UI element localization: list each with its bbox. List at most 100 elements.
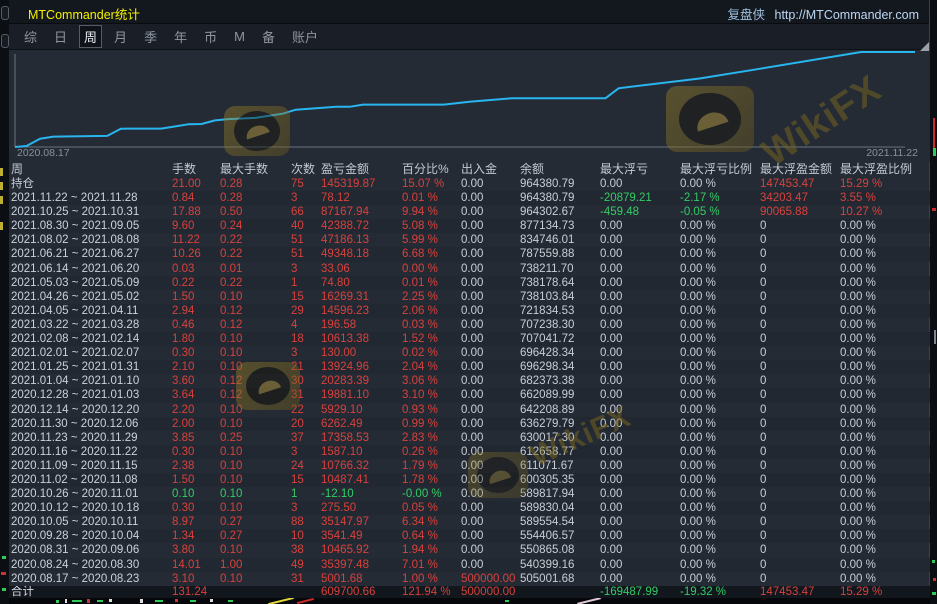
background-chart-fragment: [72, 600, 82, 602]
table-row[interactable]: 2020.11.16 ~ 2020.11.220.300.1031587.100…: [9, 445, 930, 459]
table-row[interactable]: 2021.01.25 ~ 2021.01.312.100.102113924.9…: [9, 360, 930, 374]
cell: 0.00: [461, 431, 520, 445]
cell: 0.00 %: [680, 276, 760, 290]
menu-item-备[interactable]: 备: [257, 25, 280, 48]
chart-scroll-arrow-icon[interactable]: [920, 42, 929, 51]
background-chart-fragment: [0, 182, 3, 190]
title-bar[interactable]: MTCommander统计 复盘侠 http://MTCommander.com: [9, 0, 929, 24]
cell: 5.99 %: [402, 233, 461, 247]
cell: 17.88: [172, 205, 220, 219]
cell: 2021.02.01 ~ 2021.02.07: [11, 346, 172, 360]
table-row[interactable]: 2021.08.02 ~ 2021.08.0811.220.225147186.…: [9, 233, 930, 247]
cell: 0.00: [461, 403, 520, 417]
cell: 2021.01.25 ~ 2021.01.31: [11, 360, 172, 374]
cell: 0.00: [600, 403, 680, 417]
cell: 10465.92: [321, 543, 402, 557]
background-chart-fragment: [932, 208, 936, 211]
background-chart-fragment: [0, 222, 3, 230]
cell: 0.03 %: [402, 318, 461, 332]
cell: 7.01 %: [402, 558, 461, 572]
table-row[interactable]: 2020.11.02 ~ 2020.11.081.500.101510487.4…: [9, 473, 930, 487]
cell: 0.00: [600, 558, 680, 572]
cell: 0: [760, 515, 840, 529]
table-row[interactable]: 2020.08.24 ~ 2020.08.3014.011.004935397.…: [9, 558, 930, 572]
table-row[interactable]: 2020.10.12 ~ 2020.10.180.300.103275.500.…: [9, 501, 930, 515]
cell: 33.06: [321, 262, 402, 276]
cell: 877134.73: [520, 219, 600, 233]
background-chart-fragment: [932, 592, 936, 595]
menu-item-M[interactable]: M: [229, 27, 250, 46]
table-row[interactable]: 2021.05.03 ~ 2021.05.090.220.22174.800.0…: [9, 276, 930, 290]
table-row[interactable]: 2020.10.26 ~ 2020.11.010.100.101-12.10-0…: [9, 487, 930, 501]
cell: 2020.11.30 ~ 2020.12.06: [11, 417, 172, 431]
table-row[interactable]: 2021.08.30 ~ 2021.09.059.600.244042388.7…: [9, 219, 930, 233]
table-row[interactable]: 2021.02.08 ~ 2021.02.141.800.101810613.3…: [9, 332, 930, 346]
cell: 3: [291, 262, 321, 276]
menu-item-日[interactable]: 日: [49, 25, 72, 48]
cell: 40: [291, 219, 321, 233]
menu-item-月[interactable]: 月: [109, 25, 132, 48]
menu-item-综[interactable]: 综: [19, 25, 42, 48]
cell: 0.93 %: [402, 403, 461, 417]
menu-item-年[interactable]: 年: [169, 25, 192, 48]
table-row[interactable]: 2021.06.14 ~ 2021.06.200.030.01333.060.0…: [9, 262, 930, 276]
cell: 9.94 %: [402, 205, 461, 219]
cell: 0.00: [461, 191, 520, 205]
cell: 3.10 %: [402, 388, 461, 402]
cell: 0.00 %: [840, 360, 930, 374]
menu-item-周[interactable]: 周: [79, 25, 102, 48]
cell: 0.00 %: [680, 332, 760, 346]
table-row[interactable]: 2020.10.05 ~ 2020.10.118.970.278835147.9…: [9, 515, 930, 529]
stats-window: MTCommander统计 复盘侠 http://MTCommander.com…: [9, 0, 930, 604]
table-total-row[interactable]: 合计131.24609700.66121.94 %500000.00-16948…: [9, 586, 930, 599]
table-row[interactable]: 2021.03.22 ~ 2021.03.280.460.124196.580.…: [9, 318, 930, 332]
cell: 0.00 %: [680, 304, 760, 318]
table-row[interactable]: 2020.09.28 ~ 2020.10.041.340.27103541.49…: [9, 529, 930, 543]
header-cell: 盈亏金额: [321, 162, 402, 177]
cell: 2021.11.22 ~ 2021.11.28: [11, 191, 172, 205]
cell: 0.00: [600, 543, 680, 557]
cell: 0.00 %: [680, 346, 760, 360]
cell: 0.00 %: [840, 219, 930, 233]
cell: 500000.00: [461, 586, 520, 599]
menu-item-币[interactable]: 币: [199, 25, 222, 48]
cell: 0: [760, 403, 840, 417]
table-row[interactable]: 2020.11.23 ~ 2020.11.293.850.253717358.5…: [9, 431, 930, 445]
cell: 0.00 %: [680, 388, 760, 402]
cell: 0.00: [600, 572, 680, 586]
table-row[interactable]: 2021.04.26 ~ 2021.05.021.500.101516269.3…: [9, 290, 930, 304]
cell: -169487.99: [600, 586, 680, 599]
cell: 30: [291, 374, 321, 388]
table-row[interactable]: 2020.08.31 ~ 2020.09.063.800.103810465.9…: [9, 543, 930, 557]
table-row[interactable]: 2020.11.09 ~ 2020.11.152.380.102410766.3…: [9, 459, 930, 473]
table-row[interactable]: 2021.02.01 ~ 2021.02.070.300.103130.000.…: [9, 346, 930, 360]
table-row[interactable]: 持仓21.000.2875145319.8715.07 %0.00964380.…: [9, 177, 930, 191]
header-cell: 周: [11, 162, 172, 177]
table-row[interactable]: 2021.01.04 ~ 2021.01.103.600.123020283.3…: [9, 374, 930, 388]
brand-url-link[interactable]: http://MTCommander.com: [775, 8, 920, 22]
cell: 2.00: [172, 417, 220, 431]
cell: 0.10: [220, 360, 291, 374]
table-row[interactable]: 2020.11.30 ~ 2020.12.062.000.10206262.49…: [9, 417, 930, 431]
cell: 1.00: [220, 558, 291, 572]
menu-item-账户[interactable]: 账户: [287, 25, 323, 48]
table-row[interactable]: 2020.08.17 ~ 2020.08.233.100.10315001.68…: [9, 572, 930, 586]
cell: 90065.88: [760, 205, 840, 219]
cell: 0.28: [220, 177, 291, 191]
cell: 0.50: [220, 205, 291, 219]
cell: 0.01 %: [402, 276, 461, 290]
table-row[interactable]: 2021.10.25 ~ 2021.10.3117.880.506687167.…: [9, 205, 930, 219]
table-row[interactable]: 2020.12.14 ~ 2020.12.202.200.10225929.10…: [9, 403, 930, 417]
menu-item-季[interactable]: 季: [139, 25, 162, 48]
cell: 682373.38: [520, 374, 600, 388]
background-window-left-edge: [0, 0, 9, 604]
cell: 0.05 %: [402, 501, 461, 515]
cell: 14596.23: [321, 304, 402, 318]
cell: 49: [291, 558, 321, 572]
cell: 34203.47: [760, 191, 840, 205]
table-row[interactable]: 2021.06.21 ~ 2021.06.2710.260.225149348.…: [9, 247, 930, 261]
table-row[interactable]: 2021.04.05 ~ 2021.04.112.940.122914596.2…: [9, 304, 930, 318]
table-row[interactable]: 2021.11.22 ~ 2021.11.280.840.28378.120.0…: [9, 191, 930, 205]
table-row[interactable]: 2020.12.28 ~ 2021.01.033.640.123119881.1…: [9, 388, 930, 402]
cell: 0.00: [461, 276, 520, 290]
